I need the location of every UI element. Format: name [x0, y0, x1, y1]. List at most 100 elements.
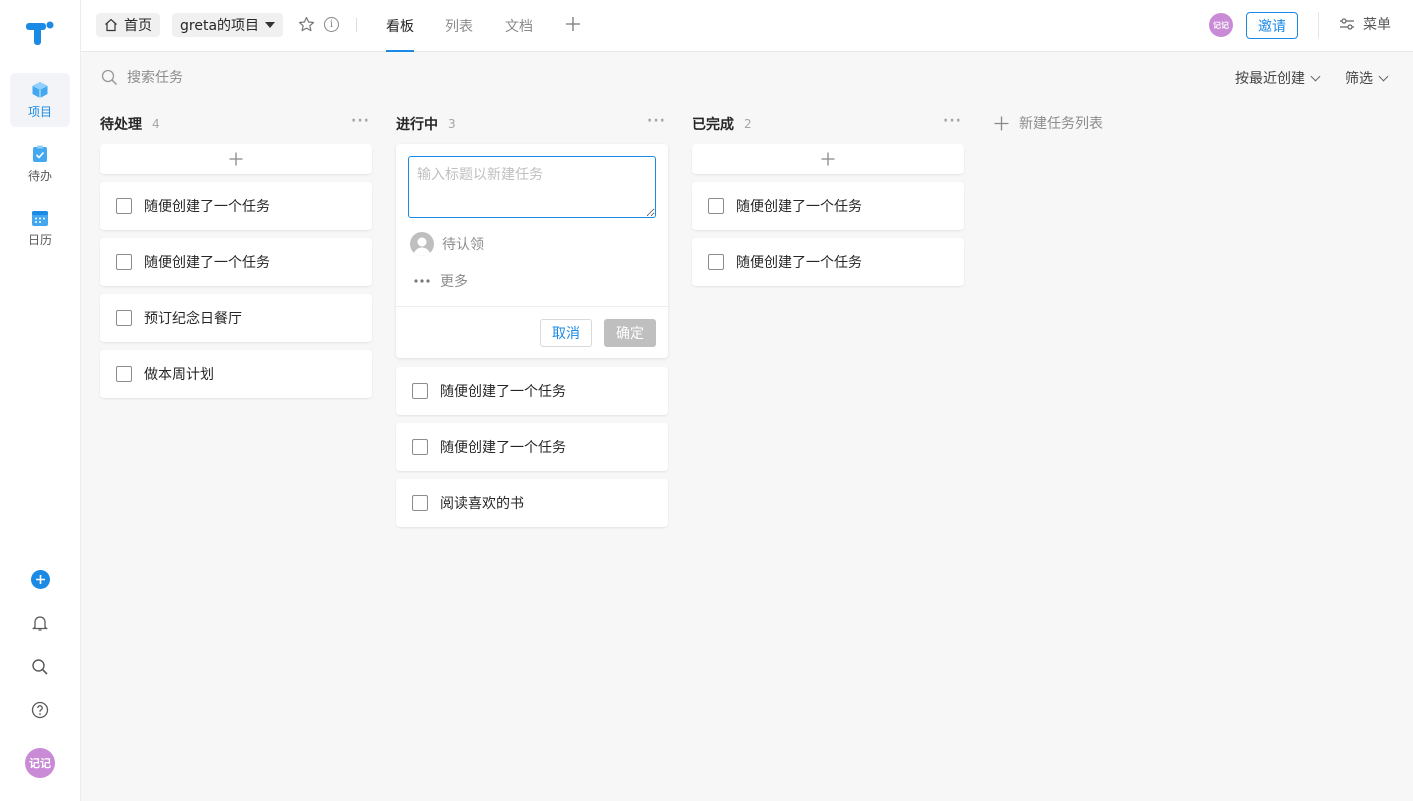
- column-count: 4: [152, 117, 160, 131]
- task-title: 阅读喜欢的书: [440, 496, 524, 512]
- task-card[interactable]: 随便创建了一个任务: [396, 367, 668, 415]
- task-checkbox[interactable]: [708, 254, 724, 270]
- confirm-button[interactable]: 确定: [604, 319, 656, 347]
- divider: [396, 306, 668, 307]
- task-title: 随便创建了一个任务: [736, 255, 862, 271]
- column-in-progress: 进行中 3 ··· 待认领 更多 取消 确定 随便创建了一个任务 随便创建了一个…: [396, 112, 668, 532]
- assignee-label: 待认领: [442, 237, 484, 253]
- sidebar-item-label: 项目: [27, 104, 52, 119]
- left-sidebar: 项目 待办 日历 记记: [0, 0, 81, 801]
- column-title: 已完成: [692, 117, 734, 133]
- task-title: 随便创建了一个任务: [144, 199, 270, 215]
- new-task-list-label: 新建任务列表: [1019, 116, 1103, 132]
- cube-icon: [31, 81, 49, 99]
- sidebar-item-label: 待办: [27, 168, 52, 183]
- clipboard-check-icon: [31, 145, 49, 163]
- info-icon[interactable]: i: [324, 17, 339, 32]
- help-icon[interactable]: [30, 700, 50, 720]
- add-tab-icon[interactable]: [565, 16, 581, 32]
- task-card[interactable]: 随便创建了一个任务: [100, 238, 372, 286]
- add-task-button[interactable]: [100, 144, 372, 174]
- sort-label: 按最近创建: [1235, 71, 1305, 87]
- sliders-icon: [1340, 18, 1354, 30]
- menu-button[interactable]: 菜单: [1339, 14, 1391, 34]
- divider: [1318, 12, 1319, 38]
- task-card[interactable]: 随便创建了一个任务: [692, 182, 964, 230]
- sidebar-item-project[interactable]: 项目: [10, 73, 70, 127]
- task-checkbox[interactable]: [116, 198, 132, 214]
- column-done: 已完成 2 ··· 随便创建了一个任务 随便创建了一个任务: [692, 112, 964, 292]
- top-bar: 首页 greta的项目 i 看板 列表 文档 记记 邀请 菜单: [81, 0, 1413, 52]
- task-search[interactable]: 搜索任务: [101, 67, 183, 87]
- sidebar-item-todo[interactable]: 待办: [10, 137, 70, 191]
- task-card[interactable]: 做本周计划: [100, 350, 372, 398]
- task-checkbox[interactable]: [116, 310, 132, 326]
- search-icon: [101, 69, 118, 85]
- new-task-list-button[interactable]: 新建任务列表: [994, 113, 1103, 133]
- tab-board[interactable]: 看板: [386, 0, 414, 52]
- sidebar-item-label: 日历: [27, 232, 52, 247]
- divider: [356, 18, 357, 32]
- more-options-label: 更多: [440, 274, 468, 290]
- assignee-selector[interactable]: 待认领: [410, 232, 484, 256]
- tab-docs[interactable]: 文档: [505, 0, 533, 52]
- new-task-title-input[interactable]: [408, 156, 656, 218]
- column-header: 已完成 2: [692, 112, 964, 136]
- search-icon[interactable]: [30, 657, 50, 677]
- task-card[interactable]: 随便创建了一个任务: [100, 182, 372, 230]
- home-label: 首页: [124, 18, 152, 34]
- chevron-down-icon: [1310, 71, 1321, 81]
- sidebar-item-calendar[interactable]: 日历: [10, 201, 70, 255]
- ellipsis-icon: [414, 279, 430, 283]
- star-icon[interactable]: [298, 16, 315, 33]
- chevron-down-icon: [1378, 71, 1389, 81]
- more-icon[interactable]: ···: [943, 114, 962, 128]
- column-pending: 待处理 4 ··· 随便创建了一个任务 随便创建了一个任务 预订纪念日餐厅 做本…: [100, 112, 372, 402]
- user-avatar[interactable]: 记记: [25, 748, 55, 778]
- column-count: 3: [448, 117, 456, 131]
- task-title: 随便创建了一个任务: [144, 255, 270, 271]
- more-icon[interactable]: ···: [351, 114, 370, 128]
- task-title: 随便创建了一个任务: [736, 199, 862, 215]
- cancel-button[interactable]: 取消: [540, 319, 592, 347]
- filter-dropdown[interactable]: 筛选: [1345, 68, 1389, 88]
- column-title: 待处理: [100, 117, 142, 133]
- plus-icon: [821, 152, 835, 166]
- task-card[interactable]: 随便创建了一个任务: [396, 423, 668, 471]
- column-header: 进行中 3: [396, 112, 668, 136]
- menu-label: 菜单: [1363, 17, 1391, 33]
- task-card[interactable]: 阅读喜欢的书: [396, 479, 668, 527]
- project-label: greta的项目: [180, 18, 260, 34]
- task-checkbox[interactable]: [412, 383, 428, 399]
- user-placeholder-icon: [410, 232, 434, 256]
- column-title: 进行中: [396, 117, 438, 133]
- tab-list[interactable]: 列表: [445, 0, 473, 52]
- task-checkbox[interactable]: [412, 495, 428, 511]
- task-card[interactable]: 预订纪念日餐厅: [100, 294, 372, 342]
- sort-dropdown[interactable]: 按最近创建: [1235, 68, 1321, 88]
- app-logo-icon[interactable]: [26, 21, 54, 47]
- more-options-button[interactable]: 更多: [414, 271, 468, 291]
- add-icon[interactable]: [30, 569, 50, 589]
- task-checkbox[interactable]: [116, 366, 132, 382]
- task-checkbox[interactable]: [116, 254, 132, 270]
- member-avatar[interactable]: 记记: [1209, 13, 1233, 37]
- plus-icon: [994, 116, 1009, 130]
- task-title: 随便创建了一个任务: [440, 440, 566, 456]
- home-icon: [105, 18, 117, 32]
- search-placeholder: 搜索任务: [127, 70, 183, 86]
- more-icon[interactable]: ···: [647, 114, 666, 128]
- column-count: 2: [744, 117, 752, 131]
- home-button[interactable]: 首页: [96, 13, 160, 37]
- add-task-button[interactable]: [692, 144, 964, 174]
- task-checkbox[interactable]: [708, 198, 724, 214]
- calendar-icon: [31, 209, 49, 227]
- task-card[interactable]: 随便创建了一个任务: [692, 238, 964, 286]
- bell-icon[interactable]: [30, 613, 50, 633]
- invite-button[interactable]: 邀请: [1246, 12, 1298, 39]
- task-checkbox[interactable]: [412, 439, 428, 455]
- task-title: 随便创建了一个任务: [440, 384, 566, 400]
- project-selector[interactable]: greta的项目: [172, 13, 284, 37]
- column-header: 待处理 4: [100, 112, 372, 136]
- caret-down-icon: [265, 22, 276, 28]
